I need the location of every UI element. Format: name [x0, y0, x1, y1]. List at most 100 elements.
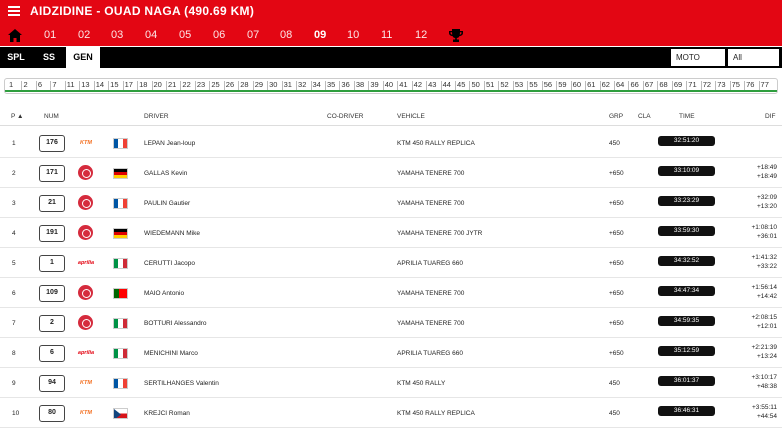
waypoint-36[interactable]: 36 — [341, 80, 349, 89]
waypoint-38[interactable]: 38 — [356, 80, 364, 89]
hamburger-menu-icon[interactable] — [8, 6, 20, 16]
driver-name[interactable]: MENICHINI Marco — [144, 350, 198, 357]
waypoint-22[interactable]: 22 — [182, 80, 190, 89]
waypoint-2[interactable]: 2 — [23, 80, 27, 89]
waypoint-32[interactable]: 32 — [298, 80, 306, 89]
waypoint-45[interactable]: 45 — [457, 80, 465, 89]
waypoint-44[interactable]: 44 — [443, 80, 451, 89]
stage-tab-06[interactable]: 06 — [213, 29, 225, 41]
waypoint-40[interactable]: 40 — [385, 80, 393, 89]
waypoint-52[interactable]: 52 — [500, 80, 508, 89]
waypoint-59[interactable]: 59 — [558, 80, 566, 89]
waypoint-35[interactable]: 35 — [327, 80, 335, 89]
waypoint-64[interactable]: 64 — [616, 80, 624, 89]
waypoint-25[interactable]: 25 — [211, 80, 219, 89]
trophy-icon[interactable] — [449, 29, 463, 42]
driver-name[interactable]: WIEDEMANN Mike — [144, 230, 200, 237]
waypoint-61[interactable]: 61 — [587, 80, 595, 89]
waypoint-56[interactable]: 56 — [544, 80, 552, 89]
table-row[interactable]: 1 176 KTM LEPAN Jean-loup KTM 450 RALLY REPL… — [0, 128, 782, 158]
waypoint-13[interactable]: 13 — [81, 80, 89, 89]
waypoint-53[interactable]: 53 — [515, 80, 523, 89]
stage-tab-09[interactable]: 09 — [314, 29, 326, 41]
stage-tab-10[interactable]: 10 — [347, 29, 359, 41]
driver-name[interactable]: BOTTURI Alessandro — [144, 320, 207, 327]
stage-tab-05[interactable]: 05 — [179, 29, 191, 41]
tab-ss[interactable]: SS — [32, 47, 66, 68]
waypoint-20[interactable]: 20 — [154, 80, 162, 89]
waypoint-30[interactable]: 30 — [269, 80, 277, 89]
table-row[interactable]: 2 171 GALLAS Kevin YAMAHA TENERE 700 +650 33:… — [0, 158, 782, 188]
stage-tab-01[interactable]: 01 — [44, 29, 56, 41]
waypoint-7[interactable]: 7 — [52, 80, 56, 89]
vehicle-name: KTM 450 RALLY REPLICA — [397, 140, 475, 147]
waypoint-72[interactable]: 72 — [703, 80, 711, 89]
waypoint-50[interactable]: 50 — [471, 80, 479, 89]
stage-tab-08[interactable]: 08 — [280, 29, 292, 41]
waypoint-41[interactable]: 41 — [399, 80, 407, 89]
col-pos-header[interactable]: P ▲ — [11, 113, 23, 120]
waypoint-17[interactable]: 17 — [125, 80, 133, 89]
table-row[interactable]: 8 6 aprilia MENICHINI Marco APRILIA TUAREG 6… — [0, 338, 782, 368]
tab-gen[interactable]: GEN — [66, 47, 100, 68]
waypoint-34[interactable]: 34 — [313, 80, 321, 89]
driver-name[interactable]: SERTILHANGES Valentin — [144, 380, 219, 387]
waypoint-76[interactable]: 76 — [746, 80, 754, 89]
waypoint-60[interactable]: 60 — [573, 80, 581, 89]
waypoint-separator — [223, 81, 225, 90]
waypoint-21[interactable]: 21 — [168, 80, 176, 89]
waypoint-1[interactable]: 1 — [9, 80, 13, 89]
table-row[interactable]: 10 80 KTM KREJCI Roman KTM 450 RALLY REPLICA… — [0, 398, 782, 428]
race-number-badge: 6 — [39, 345, 65, 362]
table-row[interactable]: 5 1 aprilia CERUTTI Jacopo APRILIA TUAREG 66… — [0, 248, 782, 278]
waypoint-31[interactable]: 31 — [284, 80, 292, 89]
yamaha-logo-icon — [78, 315, 93, 330]
stage-tab-07[interactable]: 07 — [247, 29, 259, 41]
tab-spl[interactable]: SPL — [0, 47, 32, 68]
table-row[interactable]: 7 2 BOTTURI Alessandro YAMAHA TENERE 700 +65… — [0, 308, 782, 338]
table-row[interactable]: 9 94 KTM SERTILHANGES Valentin KTM 450 RALLY… — [0, 368, 782, 398]
home-icon[interactable] — [8, 29, 22, 42]
driver-name[interactable]: CERUTTI Jacopo — [144, 260, 195, 267]
waypoint-6[interactable]: 6 — [38, 80, 42, 89]
filter-select[interactable]: All — [728, 49, 779, 66]
flag-fr-icon — [113, 138, 128, 149]
waypoint-26[interactable]: 26 — [226, 80, 234, 89]
waypoint-69[interactable]: 69 — [674, 80, 682, 89]
waypoint-15[interactable]: 15 — [110, 80, 118, 89]
driver-name[interactable]: PAULIN Gautier — [144, 200, 190, 207]
waypoint-14[interactable]: 14 — [96, 80, 104, 89]
stage-tab-04[interactable]: 04 — [145, 29, 157, 41]
waypoint-28[interactable]: 28 — [240, 80, 248, 89]
waypoint-55[interactable]: 55 — [529, 80, 537, 89]
dif-leader: +1:08:10 — [751, 224, 777, 231]
waypoint-23[interactable]: 23 — [197, 80, 205, 89]
waypoint-62[interactable]: 62 — [602, 80, 610, 89]
waypoint-43[interactable]: 43 — [428, 80, 436, 89]
table-row[interactable]: 3 21 PAULIN Gautier YAMAHA TENERE 700 +650 33… — [0, 188, 782, 218]
table-row[interactable]: 6 109 MAIO Antonio YAMAHA TENERE 700 +650 34:… — [0, 278, 782, 308]
waypoint-18[interactable]: 18 — [139, 80, 147, 89]
stage-tab-12[interactable]: 12 — [415, 29, 427, 41]
waypoint-39[interactable]: 39 — [370, 80, 378, 89]
waypoint-11[interactable]: 11 — [67, 80, 75, 89]
stage-tab-03[interactable]: 03 — [111, 29, 123, 41]
waypoint-51[interactable]: 51 — [486, 80, 494, 89]
stage-tab-02[interactable]: 02 — [78, 29, 90, 41]
driver-name[interactable]: KREJCI Roman — [144, 410, 190, 417]
driver-name[interactable]: MAIO Antonio — [144, 290, 184, 297]
driver-name[interactable]: LEPAN Jean-loup — [144, 140, 195, 147]
waypoint-77[interactable]: 77 — [761, 80, 769, 89]
waypoint-66[interactable]: 66 — [630, 80, 638, 89]
table-row[interactable]: 4 191 WIEDEMANN Mike YAMAHA TENERE 700 JYTR… — [0, 218, 782, 248]
waypoint-68[interactable]: 68 — [659, 80, 667, 89]
stage-tab-11[interactable]: 11 — [381, 29, 392, 41]
waypoint-71[interactable]: 71 — [688, 80, 696, 89]
waypoint-29[interactable]: 29 — [255, 80, 263, 89]
waypoint-42[interactable]: 42 — [414, 80, 422, 89]
category-select[interactable]: MOTO — [671, 49, 725, 66]
waypoint-75[interactable]: 75 — [732, 80, 740, 89]
driver-name[interactable]: GALLAS Kevin — [144, 170, 187, 177]
waypoint-67[interactable]: 67 — [645, 80, 653, 89]
waypoint-73[interactable]: 73 — [717, 80, 725, 89]
